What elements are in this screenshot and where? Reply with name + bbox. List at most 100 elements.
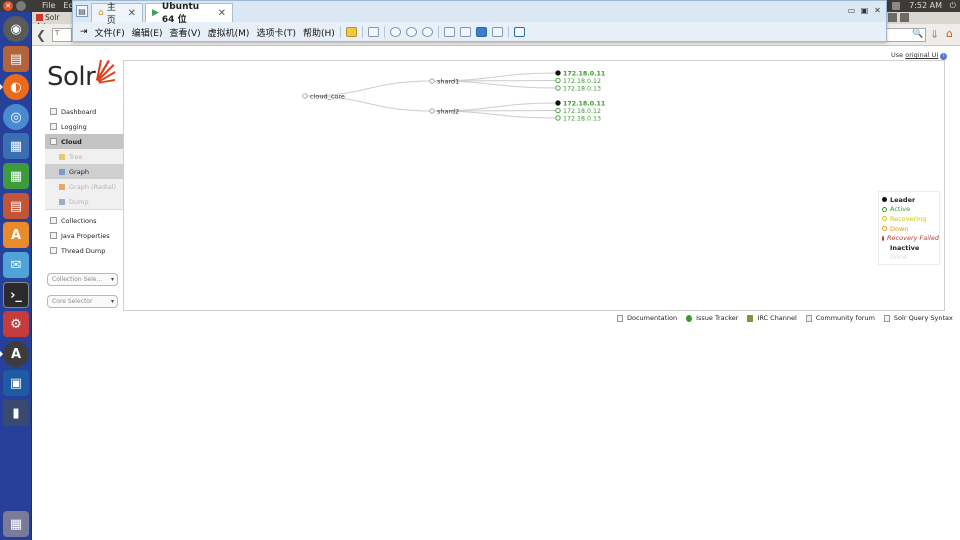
shard-label: shard1 [437, 78, 459, 86]
url-bar[interactable]: T [52, 28, 72, 42]
show-library-icon[interactable] [443, 27, 455, 37]
download-icon[interactable]: ⇓ [930, 28, 939, 41]
collection-selector[interactable]: Collection Sele... ▾ [47, 273, 118, 286]
core-selector[interactable]: Core Selector ▾ [47, 295, 118, 308]
sidebar-item-logging[interactable]: Logging [45, 119, 123, 134]
power-icon[interactable]: ⏻ [950, 1, 956, 11]
window-minimize-icon[interactable] [16, 1, 26, 11]
workspace-switcher-icon[interactable]: ▦ [3, 511, 29, 537]
footer-solr-query-syntax[interactable]: Solr Query Syntax [883, 314, 953, 322]
menu-edit-cn[interactable]: 编辑(E) [132, 26, 163, 39]
ubuntu-dash-icon[interactable]: ◉ [3, 16, 29, 42]
ubuntu-tweak-icon[interactable]: A [0, 341, 29, 367]
cloud-graph: cloud_coreshard1172.18.0.11172.18.0.1217… [302, 70, 605, 122]
window-close-icon[interactable]: ✕ [3, 1, 13, 11]
footer-community-forum[interactable]: Community forum [805, 314, 875, 322]
snapshot-icon[interactable] [389, 27, 401, 37]
menu-file[interactable]: File [42, 1, 55, 10]
footer-label: Documentation [627, 314, 678, 322]
legend-label: Recovering [890, 214, 927, 223]
legend-label: Recovery Failed [887, 234, 939, 243]
console-view-icon[interactable] [513, 27, 525, 37]
toolbar-separator [437, 26, 439, 38]
sidebar-item-java-properties[interactable]: Java Properties [45, 228, 123, 243]
vmware-library-icon[interactable]: ▤ [76, 5, 88, 17]
tab-ubuntu[interactable]: ▶ Ubuntu 64 位 ✕ [145, 2, 233, 25]
footer-label: Community forum [815, 314, 875, 322]
sidebar-item-thread-dump[interactable]: Thread Dump [45, 243, 123, 258]
menu-file-cn[interactable]: 文件(F) [95, 26, 125, 39]
chromium-icon[interactable]: ◎ [3, 104, 29, 130]
tab-home-close-icon[interactable]: ✕ [128, 8, 136, 19]
vmware-menubar: ⇥ 文件(F) 编辑(E) 查看(V) 虚拟机(M) 选项卡(T) 帮助(H) [73, 22, 886, 42]
back-icon[interactable]: ❮ [36, 28, 46, 42]
tab-home[interactable]: ⌂ 主页 ✕ [91, 3, 143, 26]
tab-ubuntu-close-icon[interactable]: ✕ [218, 8, 226, 19]
recovering-dot-icon [882, 216, 887, 222]
vmware-close-icon[interactable]: ✕ [873, 6, 882, 15]
legend-label: Leader [890, 195, 916, 204]
chevron-down-icon: ▾ [110, 298, 114, 305]
replica-label: 172.18.0.13 [563, 115, 601, 122]
sidebar-item-collections[interactable]: Collections [45, 213, 123, 228]
thunderbird-icon[interactable]: ✉ [3, 252, 29, 278]
sidebar-item-cloud[interactable]: Cloud [45, 134, 123, 149]
documentation-icon [617, 314, 623, 322]
down-dot-icon [882, 226, 887, 232]
writer-icon[interactable]: ▦ [3, 133, 29, 159]
menu-vm-cn[interactable]: 虚拟机(M) [208, 26, 250, 39]
legend-label: Down [890, 224, 909, 233]
vmware-minimize-icon[interactable]: ▭ [847, 6, 856, 15]
footer-links: Documentation Issue Tracker IRC Channel … [617, 314, 953, 322]
sidebar-subitem-graph-radial[interactable]: Graph (Radial) [45, 179, 123, 194]
collection-selector-placeholder: Collection Sele... [52, 276, 103, 283]
revert-snapshot-icon[interactable] [405, 27, 417, 37]
snapshot-manager-icon[interactable] [421, 27, 433, 37]
firefox-minimize-icon[interactable] [888, 13, 897, 22]
clock[interactable]: 7:52 AM [909, 1, 942, 10]
virtualbox-icon[interactable]: ▣ [3, 370, 29, 396]
sidebar-subitem-tree[interactable]: Tree [45, 149, 123, 164]
terminal-icon[interactable]: ›_ [3, 282, 29, 308]
impress-icon[interactable]: ▤ [3, 193, 29, 219]
info-icon[interactable]: i [940, 53, 948, 60]
legend-recovering: Recovering [882, 214, 939, 224]
software-center-icon[interactable]: A [3, 222, 29, 248]
firefox-maximize-icon[interactable] [900, 13, 909, 22]
menu-tabs-cn[interactable]: 选项卡(T) [256, 26, 296, 39]
save-icon[interactable]: ▮ [3, 400, 29, 426]
community-forum-icon [805, 314, 812, 322]
collection-label: cloud_core [310, 93, 345, 101]
replica-leader-node [555, 70, 561, 76]
original-ui-link[interactable]: original UI [905, 51, 938, 59]
power-menu-icon[interactable] [345, 27, 357, 37]
vmware-restore-icon[interactable]: ▣ [860, 6, 869, 15]
sidebar-item-dashboard[interactable]: Dashboard [45, 104, 123, 119]
thumbnail-bar-icon[interactable] [459, 27, 471, 37]
files-icon[interactable]: ▤ [3, 46, 29, 72]
firefox-icon[interactable]: ◐ [0, 74, 29, 100]
menu-help-cn[interactable]: 帮助(H) [303, 26, 335, 39]
original-ui-switch: Use original UI i [891, 51, 948, 60]
settings-icon[interactable]: ⚙ [3, 311, 29, 337]
send-ctrl-alt-del-icon[interactable] [367, 27, 379, 37]
footer-irc-channel[interactable]: IRC Channel [747, 314, 797, 322]
sidebar-subitem-dump[interactable]: Dump [45, 194, 123, 209]
replica-node [555, 107, 561, 114]
menu-pin-icon[interactable]: ⇥ [80, 27, 88, 37]
toolbar-separator [361, 26, 363, 38]
search-icon[interactable]: 🔍 [912, 29, 923, 39]
menu-view-cn[interactable]: 查看(V) [169, 26, 200, 39]
sidebar-item-label: Graph [69, 167, 89, 176]
footer-issue-tracker[interactable]: Issue Tracker [686, 314, 738, 322]
app-menu: File Edi [42, 1, 76, 10]
sound-icon[interactable] [892, 2, 900, 10]
home-icon[interactable]: ⌂ [946, 27, 953, 40]
calc-icon[interactable]: ▦ [3, 163, 29, 189]
unity-mode-icon[interactable] [491, 27, 503, 37]
fullscreen-icon[interactable] [475, 27, 487, 37]
home-tab-icon: ⌂ [98, 8, 104, 18]
sidebar-subitem-graph[interactable]: Graph [45, 164, 123, 179]
replica-leader-node [555, 100, 561, 106]
footer-documentation[interactable]: Documentation [617, 314, 677, 322]
